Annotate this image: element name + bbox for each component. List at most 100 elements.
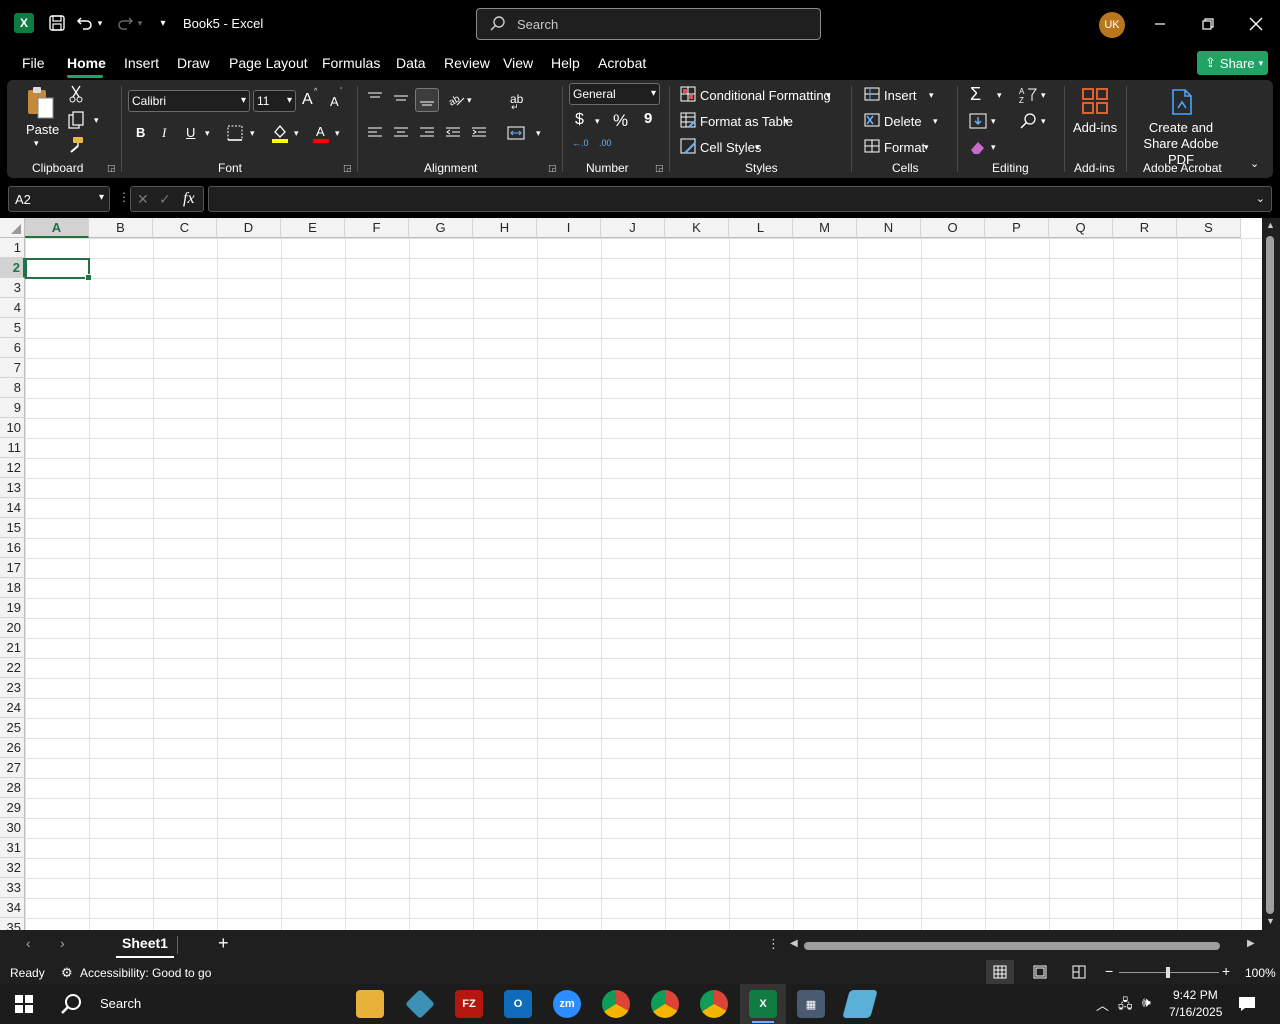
delete-cells-button[interactable]: Delete [884,114,922,129]
percent-button[interactable]: % [613,111,628,131]
more-options-icon[interactable]: ⋮ [767,936,780,952]
zoom-in-icon[interactable]: + [1222,963,1230,979]
row-header-2[interactable]: 2 [0,258,25,278]
clipboard-launcher-icon[interactable]: ◲ [107,163,116,174]
select-all-button[interactable] [0,218,25,238]
share-button[interactable]: ⇪ Share ▾ [1197,51,1268,75]
normal-view-icon[interactable] [986,960,1014,984]
add-sheet-icon[interactable]: + [218,933,229,954]
row-header-16[interactable]: 16 [0,538,25,558]
delete-cells-dropdown-icon[interactable]: ▾ [933,116,938,127]
underline-button[interactable]: U [186,125,195,140]
row-header-14[interactable]: 14 [0,498,25,518]
row-header-23[interactable]: 23 [0,678,25,698]
row-header-24[interactable]: 24 [0,698,25,718]
tab-acrobat[interactable]: Acrobat [598,55,646,71]
orientation-dropdown-icon[interactable]: ▾ [467,95,472,106]
tab-draw[interactable]: Draw [177,55,210,71]
row-header-6[interactable]: 6 [0,338,25,358]
row-header-5[interactable]: 5 [0,318,25,338]
alignment-launcher-icon[interactable]: ◲ [548,163,557,174]
row-header-22[interactable]: 22 [0,658,25,678]
user-avatar[interactable]: UK [1099,12,1125,38]
row-header-28[interactable]: 28 [0,778,25,798]
add-ins-icon[interactable] [1080,86,1110,116]
align-bottom-icon[interactable] [415,88,439,112]
delete-cells-icon[interactable] [864,112,880,128]
align-middle-icon[interactable] [393,90,409,106]
conditional-formatting-button[interactable]: Conditional Formatting [700,88,831,103]
save-icon[interactable] [46,12,68,34]
taskbar-search-icon[interactable] [60,993,82,1018]
row-header-13[interactable]: 13 [0,478,25,498]
column-header-p[interactable]: P [985,218,1049,238]
column-header-r[interactable]: R [1113,218,1177,238]
scroll-down-icon[interactable]: ▼ [1266,916,1275,926]
increase-font-size-button[interactable]: A [302,91,313,109]
zoom-out-icon[interactable]: − [1105,963,1113,979]
sort-filter-dropdown-icon[interactable]: ▾ [1041,90,1046,101]
merge-dropdown-icon[interactable]: ▾ [536,128,541,139]
increase-indent-icon[interactable] [471,126,487,140]
format-painter-icon[interactable] [67,136,85,154]
app-diamond-icon[interactable] [405,989,435,1019]
page-layout-view-icon[interactable] [1033,965,1047,982]
row-header-1[interactable]: 1 [0,238,25,258]
bold-button[interactable]: B [136,125,145,140]
row-header-12[interactable]: 12 [0,458,25,478]
redo-dropdown-icon[interactable]: ▾ [134,12,146,34]
search-box[interactable]: Search [476,8,821,40]
windows-start-icon[interactable] [15,995,33,1016]
decrease-font-size-button[interactable]: A [330,94,339,109]
column-header-h[interactable]: H [473,218,537,238]
conditional-formatting-icon[interactable] [680,86,696,102]
decrease-indent-icon[interactable] [445,126,461,140]
horizontal-scroll-thumb[interactable] [804,942,1220,950]
fill-icon[interactable] [969,112,987,130]
calculator-icon[interactable]: ▦ [797,990,825,1018]
vertical-scroll-thumb[interactable] [1266,236,1274,914]
sort-filter-icon[interactable]: AZ [1019,86,1037,104]
close-icon[interactable] [1246,14,1266,34]
currency-button[interactable]: $ [575,111,584,129]
row-header-29[interactable]: 29 [0,798,25,818]
decrease-decimal-button[interactable]: .00 [599,138,612,148]
name-box[interactable]: A2 ▾ [8,186,110,212]
borders-icon[interactable] [227,125,243,141]
cut-icon[interactable] [67,85,85,103]
volume-icon[interactable]: 🕪 [1142,994,1151,1011]
tab-help[interactable]: Help [551,55,580,71]
column-header-k[interactable]: K [665,218,729,238]
align-top-icon[interactable] [367,90,383,106]
row-header-35[interactable]: 35 [0,918,25,930]
tab-data[interactable]: Data [396,55,426,71]
cell-styles-button[interactable]: Cell Styles [700,140,761,155]
font-size-select[interactable]: 11 ▾ [253,90,296,112]
column-header-l[interactable]: L [729,218,793,238]
row-header-18[interactable]: 18 [0,578,25,598]
row-header-10[interactable]: 10 [0,418,25,438]
format-cells-dropdown-icon[interactable]: ▾ [924,142,929,153]
format-as-table-dropdown-icon[interactable]: ▾ [784,116,789,127]
customize-toolbar-icon[interactable]: ▾ [152,12,174,34]
insert-function-button[interactable]: fx [183,190,195,208]
row-header-7[interactable]: 7 [0,358,25,378]
format-as-table-button[interactable]: Format as Table [700,114,793,129]
row-header-9[interactable]: 9 [0,398,25,418]
row-header-26[interactable]: 26 [0,738,25,758]
column-header-g[interactable]: G [409,218,473,238]
format-cells-icon[interactable] [864,138,880,154]
row-header-30[interactable]: 30 [0,818,25,838]
fill-color-icon[interactable] [271,123,289,143]
outlook-icon[interactable]: O [504,990,532,1018]
column-header-n[interactable]: N [857,218,921,238]
row-header-31[interactable]: 31 [0,838,25,858]
chrome-profile-icon[interactable] [651,990,679,1018]
notes-app-icon[interactable] [842,990,878,1018]
autosum-icon[interactable]: Σ [970,84,981,105]
clear-dropdown-icon[interactable]: ▾ [991,142,996,153]
network-icon[interactable]: 🖧 [1118,995,1133,1017]
tab-view[interactable]: View [503,55,533,71]
italic-button[interactable]: I [162,125,166,141]
taskbar-search-label[interactable]: Search [100,996,141,1011]
